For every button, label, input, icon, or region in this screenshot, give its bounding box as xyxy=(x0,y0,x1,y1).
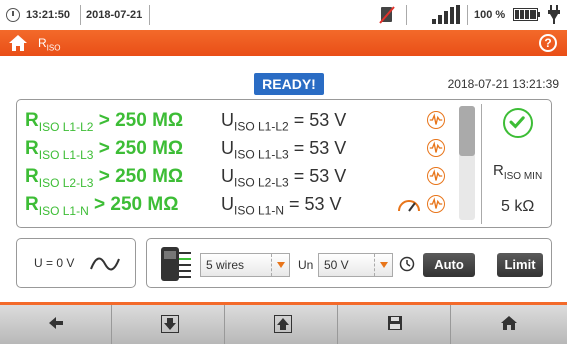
battery-icon xyxy=(513,8,540,21)
pass-check-icon xyxy=(503,108,533,138)
limit-button[interactable]: Limit xyxy=(497,253,543,277)
auto-button[interactable]: Auto xyxy=(423,253,475,277)
measurement-datetime: 2018-07-21 13:21:39 xyxy=(447,77,559,91)
home-button[interactable] xyxy=(452,305,567,344)
arrow-left-icon xyxy=(49,317,63,329)
waveform-icon[interactable] xyxy=(427,139,445,157)
waveform-icon[interactable] xyxy=(427,167,445,185)
divider xyxy=(149,5,150,25)
timer-icon[interactable] xyxy=(399,256,415,272)
page-down-button[interactable] xyxy=(113,305,225,344)
home-icon[interactable] xyxy=(8,34,28,52)
gauge-icon xyxy=(398,200,420,212)
voltage-box: U = 0 V xyxy=(16,238,136,288)
riso-min-label: RISO MIN xyxy=(493,162,543,182)
power-plug-icon xyxy=(548,5,560,24)
status-date: 2018-07-21 xyxy=(86,9,143,21)
bottom-toolbar xyxy=(0,302,567,344)
home-icon xyxy=(501,316,517,330)
result-row: RISO L1-N > 250 MΩ UISO L1-N = 53 V xyxy=(25,194,465,218)
riso-result: RISO L2-L3 > 250 MΩ xyxy=(25,166,184,190)
waveform-icon[interactable] xyxy=(427,111,445,129)
save-button[interactable] xyxy=(339,305,451,344)
title-bar: RISO ? xyxy=(0,30,567,56)
help-button[interactable]: ? xyxy=(539,34,557,52)
clock-icon xyxy=(6,8,20,22)
settings-box: 5 wires Un 50 V Auto Limit xyxy=(146,238,552,288)
divider xyxy=(481,104,482,224)
chevron-down-icon[interactable] xyxy=(271,254,289,276)
page-up-button[interactable] xyxy=(226,305,338,344)
meter-probe-icon xyxy=(161,247,191,281)
wires-dropdown[interactable]: 5 wires xyxy=(200,253,290,277)
results-scrollbar[interactable] xyxy=(459,106,475,220)
uiso-result: UISO L1-L3 = 53 V xyxy=(221,138,347,162)
riso-min-value: 5 kΩ xyxy=(501,198,535,215)
riso-result: RISO L1-L2 > 250 MΩ xyxy=(25,110,184,134)
back-button[interactable] xyxy=(0,305,112,344)
no-sd-card-icon xyxy=(379,6,395,24)
chevron-down-icon[interactable] xyxy=(374,254,392,276)
wires-value: 5 wires xyxy=(206,258,245,272)
results-panel: RISO L1-L2 > 250 MΩ UISO L1-L2 = 53 V RI… xyxy=(16,99,552,228)
status-time: 13:21:50 xyxy=(26,9,71,21)
arrow-down-box-icon xyxy=(161,315,179,333)
result-row: RISO L1-L3 > 250 MΩ UISO L1-L3 = 53 V xyxy=(25,138,465,162)
scrollbar-thumb[interactable] xyxy=(459,106,475,156)
un-value: 50 V xyxy=(324,258,349,272)
result-row: RISO L2-L3 > 250 MΩ UISO L2-L3 = 53 V xyxy=(25,166,465,190)
riso-result: RISO L1-N > 250 MΩ xyxy=(25,194,179,218)
status-bar: 13:21:50 2018-07-21 100 % xyxy=(0,0,567,30)
divider xyxy=(406,5,407,25)
voltage-readout: U = 0 V xyxy=(34,256,75,270)
waveform-icon[interactable] xyxy=(427,195,445,213)
page-title: RISO xyxy=(38,36,61,53)
uiso-result: UISO L2-L3 = 53 V xyxy=(221,166,347,190)
ready-badge: READY! xyxy=(254,73,324,95)
floppy-disk-icon xyxy=(388,316,402,330)
un-label: Un xyxy=(298,258,314,272)
uiso-result: UISO L1-N = 53 V xyxy=(221,194,342,218)
divider xyxy=(80,5,81,25)
arrow-up-box-icon xyxy=(274,315,292,333)
uiso-result: UISO L1-L2 = 53 V xyxy=(221,110,347,134)
signal-strength-icon xyxy=(432,5,460,24)
battery-percent: 100 % xyxy=(474,9,506,21)
divider xyxy=(467,5,468,25)
result-row: RISO L1-L2 > 250 MΩ UISO L1-L2 = 53 V xyxy=(25,110,465,134)
un-dropdown[interactable]: 50 V xyxy=(318,253,393,277)
riso-result: RISO L1-L3 > 250 MΩ xyxy=(25,138,184,162)
sine-wave-icon xyxy=(90,257,120,271)
